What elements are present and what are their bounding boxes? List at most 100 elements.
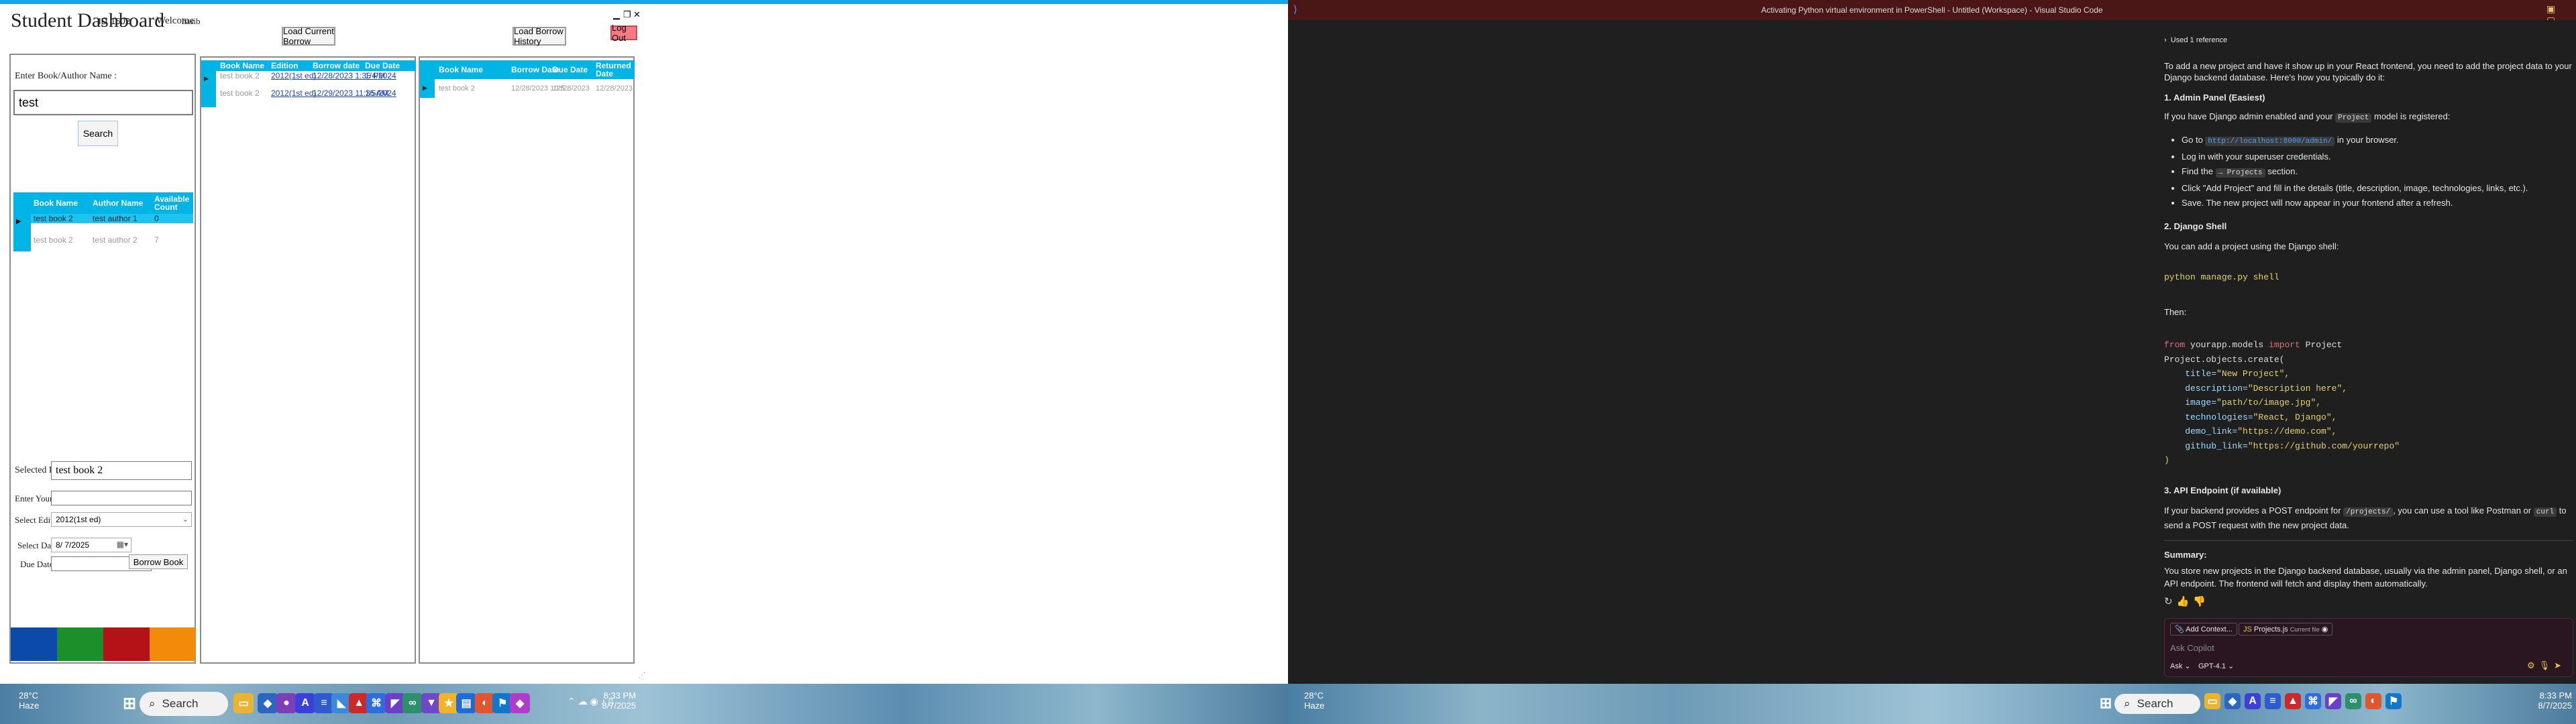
list-item: Click "Add Project" and fill in the deta…	[2182, 182, 2573, 194]
load-borrow-history-button[interactable]: Load Borrow History	[513, 26, 566, 46]
cell-due-date[interactable]: 1/5/2024	[365, 88, 396, 98]
code-token: from	[2164, 340, 2186, 350]
table-row[interactable]: test book 2 test author 2 7	[31, 233, 193, 251]
calendar-icon[interactable]: ▦▾	[117, 540, 128, 549]
used-references[interactable]: › Used 1 reference	[2164, 36, 2227, 44]
current-col-due-date[interactable]: Due Date	[365, 60, 400, 71]
edition-select[interactable]: 2012(1st ed) ⌄	[51, 512, 192, 527]
selected-book-field[interactable]: test book 2	[51, 461, 192, 480]
code-token: github_link=	[2164, 440, 2248, 451]
close-button[interactable]: ✕	[633, 9, 641, 20]
row-selector-column[interactable]: ▶	[420, 79, 435, 98]
resize-grip-icon[interactable]: ⋰	[639, 672, 645, 679]
app-icon[interactable]: A	[295, 693, 315, 713]
monitor-left: Student Dashboard ID : 1602 Welcome hasi…	[0, 0, 1288, 724]
taskbar-clock[interactable]: 8:33 PM 8/7/2025	[598, 690, 636, 711]
app-icon[interactable]: ◆	[510, 693, 530, 713]
retry-icon[interactable]: ↻	[2164, 596, 2177, 607]
code-token: "Description here",	[2247, 383, 2348, 394]
load-current-borrow-button[interactable]: Load Current Borrow	[282, 26, 335, 46]
model-picker[interactable]: GPT-4.1 ⌄	[2198, 662, 2234, 670]
windows-start-icon[interactable]: ⊞	[119, 693, 140, 713]
taskbar-search-placeholder: Search	[2137, 697, 2174, 710]
minimize-button[interactable]: ▁	[613, 9, 620, 20]
history-col-book-name[interactable]: Book Name	[439, 60, 483, 79]
file-context-chip[interactable]: JS Projects.js Current file ◉	[2239, 623, 2333, 636]
app-icon[interactable]: ●	[276, 693, 297, 713]
ask-copilot-input[interactable]: Ask Copilot	[2170, 643, 2214, 653]
row-selector-column[interactable]: ▶	[201, 71, 216, 107]
cell-edition[interactable]: 2012(1st ed)	[271, 88, 316, 98]
row-selector[interactable]	[13, 233, 31, 251]
list-item: Save. The new project will now appear in…	[2182, 197, 2573, 208]
current-col-edition[interactable]: Edition	[271, 60, 299, 71]
date-picker[interactable]: 8/ 7/2025 ▦▾	[51, 538, 131, 552]
taskbar-date: 8/7/2025	[2538, 701, 2572, 711]
current-col-book-name[interactable]: Book Name	[220, 60, 264, 71]
code-block-python[interactable]: from yourapp.models import Project Proje…	[2164, 338, 2400, 468]
app-icon[interactable]: ▲	[2285, 693, 2301, 709]
input-actions[interactable]: ⚙🎙➤	[2527, 660, 2565, 671]
thumbs-up-icon[interactable]: 👍	[2177, 596, 2194, 607]
javascript-file-icon: JS	[2243, 625, 2252, 634]
windows-start-icon[interactable]: ⊞	[2096, 693, 2116, 713]
history-col-due-date[interactable]: Due Date	[553, 60, 588, 79]
admin-intro-text: If you have Django admin enabled and you…	[2164, 111, 2333, 121]
file-explorer-icon[interactable]: ▭	[233, 693, 254, 713]
history-col-borrow-date[interactable]: Borrow Date	[511, 60, 559, 79]
add-context-button[interactable]: 📎 Add Context...	[2170, 623, 2237, 636]
row-selector[interactable]: ▶	[13, 214, 31, 233]
table-row[interactable]: test book 2 2012(1st ed) 12/29/2023 11:3…	[216, 88, 417, 98]
current-col-borrow-date[interactable]: Borrow date	[313, 60, 360, 71]
maximize-button[interactable]: ❐	[623, 9, 631, 20]
app-icon[interactable]: ◆	[258, 693, 278, 713]
code-token: "React, Django",	[2253, 412, 2337, 422]
inline-code: Project	[2335, 113, 2372, 123]
visual-studio-icon[interactable]: ◤	[2325, 693, 2341, 709]
books-col-book-name[interactable]: Book Name	[34, 192, 87, 214]
app-icon[interactable]: ▤	[456, 693, 476, 713]
app-icon[interactable]: ≡	[2265, 693, 2281, 709]
thumbs-down-icon[interactable]: 👎	[2193, 596, 2210, 607]
code-token: yourapp.models	[2185, 340, 2269, 350]
settings-icon[interactable]: ⚙	[2527, 660, 2539, 670]
weather-widget[interactable]: 28°C Haze	[19, 690, 39, 711]
inline-code: curl	[2533, 507, 2557, 517]
table-row[interactable]: test book 2 2012(1st ed) 12/28/2023 1:35…	[216, 71, 417, 80]
weather-widget[interactable]: 28°C Haze	[1304, 690, 1324, 711]
cell-due-date[interactable]: 1/4/2024	[365, 71, 396, 80]
user-id-input[interactable]	[51, 491, 192, 505]
books-col-author-name[interactable]: Author Name	[93, 192, 146, 214]
code-line: technologies="React, Django",	[2164, 410, 2400, 425]
app-icon[interactable]: A	[2245, 693, 2261, 709]
mode-picker[interactable]: Ask ⌄	[2170, 662, 2191, 670]
table-row[interactable]: test book 2 test author 1 0	[31, 214, 193, 223]
taskbar-clock[interactable]: 8:33 PM 8/7/2025	[2522, 690, 2572, 711]
admin-intro-text: model is registered:	[2373, 111, 2451, 121]
app-icon[interactable]: ∞	[402, 693, 423, 713]
code-block-shell[interactable]: python manage.py shell	[2164, 272, 2279, 282]
app-icon[interactable]: ⚑	[2385, 693, 2402, 709]
search-button[interactable]: Search	[78, 121, 118, 146]
history-col-returned-date[interactable]: Returned Date	[596, 60, 633, 79]
app-icon[interactable]: ◐	[2365, 693, 2381, 709]
vscode-icon[interactable]: ⌘	[366, 693, 386, 713]
microphone-icon[interactable]: 🎙	[2539, 660, 2555, 670]
send-icon[interactable]: ➤	[2554, 660, 2565, 670]
taskbar-search-box[interactable]: ⌕ Search	[2114, 694, 2200, 714]
logout-button[interactable]: Log Out	[610, 23, 637, 43]
app-icon[interactable]: ∞	[2345, 693, 2361, 709]
eye-icon[interactable]: ◉	[2322, 625, 2328, 634]
file-explorer-icon[interactable]: ▭	[2204, 693, 2220, 709]
app-icon[interactable]: ◆	[2224, 693, 2241, 709]
feedback-icons[interactable]: ↻👍👎	[2164, 595, 2210, 607]
books-col-available-count[interactable]: Available Count	[154, 192, 192, 214]
admin-url-link[interactable]: http://localhost:8000/admin/	[2205, 137, 2335, 146]
borrow-book-button[interactable]: Borrow Book	[129, 554, 188, 569]
table-row[interactable]: test book 2 12/28/2023 10:5... 12/28/202…	[435, 79, 636, 98]
cell-edition[interactable]: 2012(1st ed)	[271, 71, 316, 80]
cell-due-date: 12/28/2023	[553, 84, 590, 93]
vscode-icon[interactable]: ⌘	[2305, 693, 2321, 709]
search-input[interactable]: test	[13, 90, 193, 115]
taskbar-search-box[interactable]: ⌕ Search	[140, 692, 228, 716]
